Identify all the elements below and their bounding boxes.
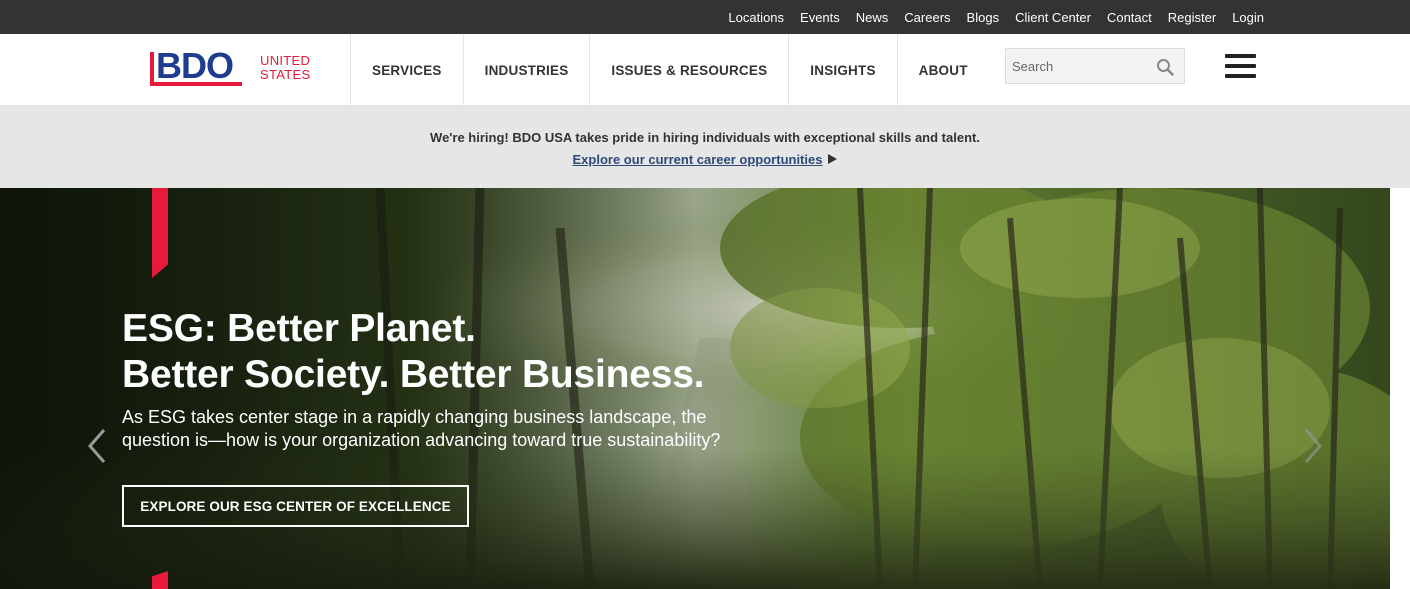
utility-link-events[interactable]: Events: [800, 10, 840, 25]
carousel-prev-icon[interactable]: [86, 428, 108, 464]
utility-link-news[interactable]: News: [856, 10, 889, 25]
hero-title-line2: Better Society. Better Business.: [122, 353, 705, 396]
hiring-banner: We're hiring! BDO USA takes pride in hir…: [0, 106, 1410, 188]
logo-country-line2: STATES: [260, 67, 311, 82]
utility-link-client-center[interactable]: Client Center: [1015, 10, 1091, 25]
hero-title: ESG: Better Planet. Better Society. Bett…: [122, 306, 705, 398]
right-gutter: [1390, 188, 1410, 589]
nav-issues-resources[interactable]: ISSUES & RESOURCES: [589, 34, 788, 106]
search-icon[interactable]: [1156, 58, 1174, 76]
hero-title-line1: ESG: Better Planet.: [122, 307, 476, 350]
logo-letters: BDO: [156, 45, 234, 86]
utility-link-locations[interactable]: Locations: [728, 10, 784, 25]
hero-carousel: ESG: Better Planet. Better Society. Bett…: [0, 188, 1390, 589]
logo-underline: [150, 82, 242, 86]
utility-link-register[interactable]: Register: [1168, 10, 1216, 25]
nav-about[interactable]: ABOUT: [896, 34, 989, 106]
nav-insights[interactable]: INSIGHTS: [788, 34, 896, 106]
nav-services[interactable]: SERVICES: [350, 34, 463, 106]
hero-accent-top: [152, 188, 168, 278]
search-box: [1005, 48, 1185, 84]
utility-link-login[interactable]: Login: [1232, 10, 1264, 25]
utility-nav: Locations Events News Careers Blogs Clie…: [712, 0, 1264, 34]
search-input[interactable]: [1006, 58, 1146, 74]
hero-subtitle: As ESG takes center stage in a rapidly c…: [122, 407, 721, 450]
utility-bar: Locations Events News Careers Blogs Clie…: [0, 0, 1410, 34]
hamburger-menu-icon[interactable]: [1225, 54, 1257, 80]
utility-link-blogs[interactable]: Blogs: [967, 10, 1000, 25]
nav-industries[interactable]: INDUSTRIES: [462, 34, 590, 106]
main-nav: SERVICES INDUSTRIES ISSUES & RESOURCES I…: [350, 34, 989, 106]
site-header: BDO UNITED STATES SERVICES INDUSTRIES IS…: [0, 34, 1410, 106]
logo-country-line1: UNITED: [260, 53, 311, 68]
bdo-logo[interactable]: BDO UNITED STATES: [150, 46, 320, 86]
logo-mark: BDO: [150, 46, 242, 86]
utility-link-careers[interactable]: Careers: [904, 10, 950, 25]
logo-accent-bar: [150, 52, 154, 84]
play-arrow-icon: [828, 154, 838, 164]
career-opportunities-link[interactable]: Explore our current career opportunities: [573, 152, 823, 167]
carousel-next-icon[interactable]: [1302, 428, 1324, 464]
hiring-message: We're hiring! BDO USA takes pride in hir…: [430, 130, 980, 145]
utility-link-contact[interactable]: Contact: [1107, 10, 1152, 25]
logo-country: UNITED STATES: [260, 54, 320, 82]
esg-cta-button[interactable]: EXPLORE OUR ESG CENTER OF EXCELLENCE: [122, 485, 469, 527]
